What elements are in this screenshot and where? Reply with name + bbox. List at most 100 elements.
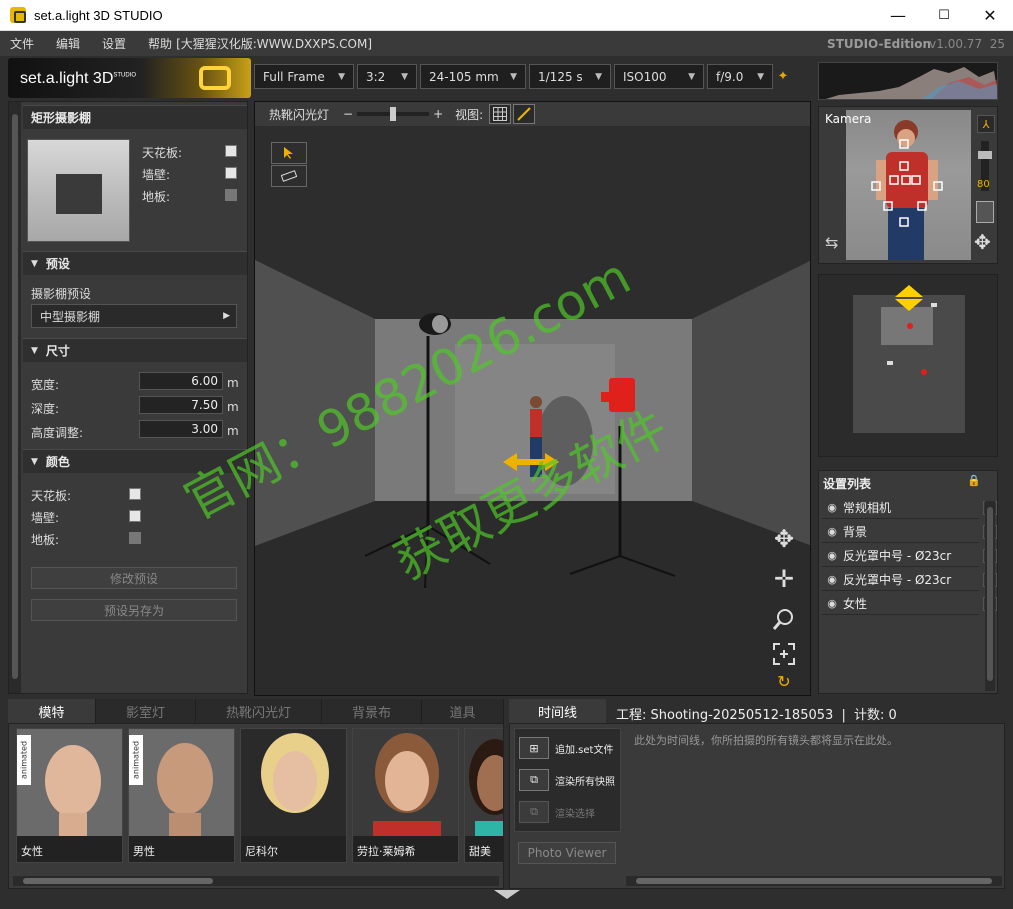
viewport-toolbar: 热靴闪光灯 − + 视图: xyxy=(255,102,810,126)
swap-icon[interactable]: ⇆ xyxy=(825,233,838,252)
model-card[interactable]: animated 女性 xyxy=(16,728,123,863)
power-slider[interactable] xyxy=(357,107,430,121)
floor-toggle[interactable] xyxy=(225,189,237,201)
add-file-icon: ⊞ xyxy=(519,737,549,759)
zoom-out-icon[interactable]: − xyxy=(343,107,353,121)
model-name: 女性 xyxy=(21,845,43,858)
model-name: 甜美 xyxy=(469,845,491,858)
menu-edit[interactable]: 编辑 xyxy=(56,35,80,52)
setup-list-item[interactable]: ◉ 背景 xyxy=(821,521,997,543)
menu-help[interactable]: 帮助 xyxy=(148,35,172,52)
model-card[interactable]: 劳拉·莱姆希 xyxy=(352,728,459,863)
preset-section-header[interactable]: ▼ 预设 xyxy=(23,251,247,275)
height-input[interactable]: 3.00 xyxy=(139,420,223,438)
light-marker-icon[interactable] xyxy=(887,361,893,365)
timeline-scrollbar[interactable] xyxy=(626,876,1002,886)
modify-preset-button[interactable]: 修改预设 xyxy=(31,567,237,589)
setup-list-item[interactable]: ◉ 反光罩中号 - Ø23cr xyxy=(821,569,997,591)
close-button[interactable]: ✕ xyxy=(967,0,1013,31)
timeline-actions: ⊞ 追加.set文件 ⧉ 渲染所有快照 ⧉ 渲染选择 xyxy=(514,728,621,832)
exposure-icon[interactable]: ✦ xyxy=(776,64,790,89)
eye-icon[interactable]: ◉ xyxy=(821,597,843,610)
photo-viewer-button[interactable]: Photo Viewer xyxy=(518,842,616,864)
color-wall-swatch[interactable] xyxy=(129,510,141,522)
tab-hotshoe-flash[interactable]: 热靴闪光灯 xyxy=(196,699,322,723)
camera-height-icon[interactable] xyxy=(976,201,994,223)
model-marker-icon[interactable] xyxy=(907,323,913,329)
maximize-button[interactable]: ☐ xyxy=(921,0,967,31)
tab-backgrounds[interactable]: 背景布 xyxy=(322,699,422,723)
ceiling-toggle[interactable] xyxy=(225,145,237,157)
size-section-header[interactable]: ▼ 尺寸 xyxy=(23,338,247,362)
model-card[interactable]: 尼科尔 xyxy=(240,728,347,863)
timeline-panel: ⊞ 追加.set文件 ⧉ 渲染所有快照 ⧉ 渲染选择 Photo Viewer 此处为… xyxy=(509,723,1005,889)
tab-studio-lights[interactable]: 影室灯 xyxy=(96,699,196,723)
red-light-marker-icon[interactable] xyxy=(921,369,927,375)
eye-icon[interactable]: ◉ xyxy=(821,501,843,514)
camera-preview[interactable] xyxy=(846,110,971,260)
grid-view-icon[interactable] xyxy=(489,104,512,124)
camera-person-icon[interactable]: ⅄ xyxy=(977,115,995,133)
width-input[interactable]: 6.00 xyxy=(139,372,223,390)
fit-view-icon[interactable] xyxy=(769,639,799,669)
model-name: 男性 xyxy=(133,845,155,858)
camera-preview-panel: Kamera ⇆ ⅄ 80 ✥ xyxy=(818,106,998,264)
add-set-file-button[interactable]: ⊞ 追加.set文件 xyxy=(519,735,613,761)
menu-bar: 文件 编辑 设置 帮助 [大猩猩汉化版:WWW.DXXPS.COM] STUDI… xyxy=(0,31,1013,56)
menu-file[interactable]: 文件 xyxy=(10,35,34,52)
view-label: 视图: xyxy=(455,107,484,122)
zoom-view-icon[interactable] xyxy=(769,604,799,634)
zoom-in-icon[interactable]: + xyxy=(433,107,443,121)
line-view-icon[interactable] xyxy=(513,104,536,124)
chevron-down-icon: ▼ xyxy=(757,71,764,82)
model-name: 劳拉·莱姆希 xyxy=(357,845,416,858)
select-tool-button[interactable] xyxy=(271,142,307,164)
reset-view-icon[interactable]: ↻ xyxy=(769,666,799,695)
depth-input[interactable]: 7.50 xyxy=(139,396,223,414)
title-bar: set.a.light 3D STUDIO — ☐ ✕ xyxy=(0,0,1013,31)
color-ceiling-swatch[interactable] xyxy=(129,488,141,500)
color-floor-swatch[interactable] xyxy=(129,532,141,544)
setup-list-item[interactable]: ◉ 反光罩中号 - Ø23cr xyxy=(821,545,997,567)
render-all-button[interactable]: ⧉ 渲染所有快照 xyxy=(519,767,615,793)
model-card[interactable]: animated 男性 xyxy=(128,728,235,863)
aperture-dropdown[interactable]: f/9.0 ▼ xyxy=(707,64,773,89)
eye-icon[interactable]: ◉ xyxy=(821,525,843,538)
setup-list-item[interactable]: ◉ 常规相机 xyxy=(821,497,997,519)
collapse-panel-icon[interactable] xyxy=(494,890,520,899)
rotate-view-icon[interactable]: ✥ xyxy=(769,524,799,554)
collapse-triangle-icon: ▼ xyxy=(31,345,38,356)
sensor-dropdown[interactable]: Full Frame ▼ xyxy=(254,64,354,89)
camera-marker-icon[interactable] xyxy=(895,285,923,297)
setup-list-item[interactable]: ◉ 女性 xyxy=(821,593,997,615)
preset-select[interactable]: 中型摄影棚 ▶ xyxy=(31,304,237,328)
render-selected-button[interactable]: ⧉ 渲染选择 xyxy=(519,799,595,825)
setup-list-scrollbar[interactable] xyxy=(985,501,995,691)
tab-props[interactable]: 道具 xyxy=(422,699,504,723)
lens-dropdown[interactable]: 24-105 mm ▼ xyxy=(420,64,526,89)
tab-models[interactable]: 模特 xyxy=(8,699,96,723)
wall-toggle[interactable] xyxy=(225,167,237,179)
measure-tool-button[interactable] xyxy=(271,165,307,187)
ratio-dropdown[interactable]: 3:2 ▼ xyxy=(357,64,417,89)
camera-move-icon[interactable]: ✥ xyxy=(974,230,991,254)
cursor-icon xyxy=(284,147,293,159)
pan-view-icon[interactable]: ✛ xyxy=(769,564,799,594)
top-view-panel[interactable] xyxy=(818,274,998,457)
tab-timeline[interactable]: 时间线 xyxy=(509,699,606,723)
left-panel-scrollbar[interactable] xyxy=(9,102,21,693)
models-library: animated 女性 animated 男性 尼科尔 劳拉·莱姆希 甜美 xyxy=(8,723,504,889)
eye-icon[interactable]: ◉ xyxy=(821,549,843,562)
iso-dropdown[interactable]: ISO100 ▼ xyxy=(614,64,704,89)
save-preset-as-button[interactable]: 预设另存为 xyxy=(31,599,237,621)
chevron-down-icon: ▼ xyxy=(338,71,345,82)
menu-settings[interactable]: 设置 xyxy=(102,35,126,52)
setup-list-panel: 设置列表 🔒 ◉ 常规相机 ◉ 背景 ◉ 反光罩中号 - Ø23cr ◉ 反光罩中号 -… xyxy=(818,470,998,694)
eye-icon[interactable]: ◉ xyxy=(821,573,843,586)
lock-icon[interactable]: 🔒 xyxy=(967,474,981,487)
shutter-dropdown[interactable]: 1/125 s ▼ xyxy=(529,64,611,89)
minimize-button[interactable]: — xyxy=(875,0,921,31)
models-scrollbar[interactable] xyxy=(13,876,499,886)
light-marker-icon[interactable] xyxy=(931,303,937,307)
model-card[interactable]: 甜美 xyxy=(464,728,503,863)
